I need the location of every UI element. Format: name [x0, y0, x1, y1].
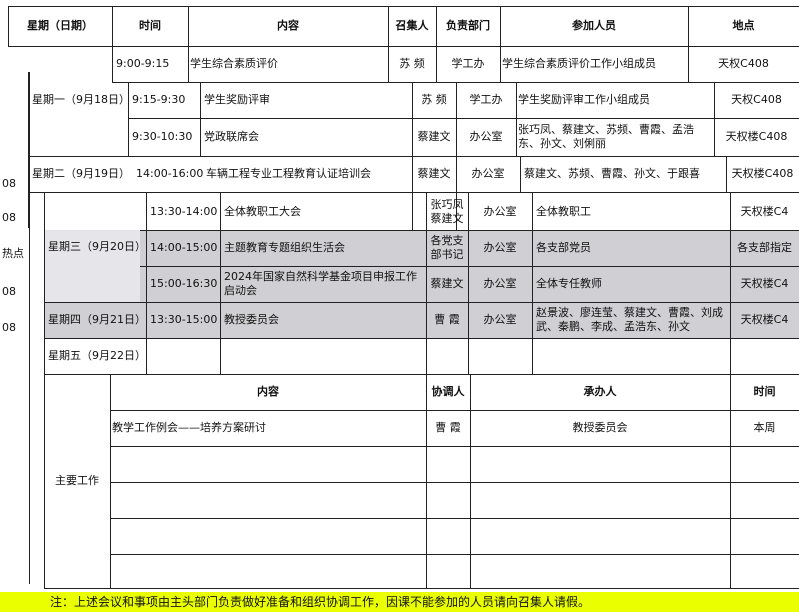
- row-time: 14:00-16:00: [136, 167, 204, 180]
- row-place: 天权楼C408: [725, 130, 788, 143]
- left-stub-value: 热点: [2, 247, 24, 260]
- row-dept: 办公室: [483, 241, 517, 254]
- row-convener: 苏 频: [399, 57, 425, 70]
- header-day: 星期（日期）: [27, 19, 93, 32]
- row-dept: 学工办: [451, 57, 485, 70]
- grid-line: [220, 192, 221, 374]
- left-stub-value: 08: [2, 177, 16, 190]
- work-item-content: 教学工作例会——培养方案研讨: [112, 421, 266, 434]
- grid-line: [110, 482, 799, 483]
- day-label-wed: 星期三（9月20日）: [48, 240, 146, 253]
- work-header-time: 时间: [753, 385, 776, 398]
- day-label-tue: 星期二（9月19日）: [32, 167, 130, 180]
- work-item-time: 本周: [753, 421, 776, 434]
- grid-line: [44, 588, 799, 589]
- work-label: 主要工作: [55, 474, 99, 487]
- row-dept: 办公室: [483, 277, 517, 290]
- row-time: 13:30-14:00: [150, 205, 218, 218]
- row-time: 15:00-16:30: [150, 277, 218, 290]
- grid-line: [532, 192, 533, 374]
- work-header-owner: 承办人: [583, 385, 617, 398]
- row-convener: 苏 频: [421, 93, 447, 106]
- row-place: 天权楼C408: [731, 167, 794, 180]
- row-place: 天权楼C4: [740, 205, 789, 218]
- header-dept: 负责部门: [446, 19, 490, 32]
- row-place: 天权楼C4: [740, 313, 789, 326]
- work-header-content: 内容: [257, 385, 279, 398]
- row-place: 各支部指定: [737, 241, 792, 254]
- row-participants: 学生综合素质评价工作小组成员: [502, 57, 656, 70]
- grid-line: [520, 156, 521, 192]
- grid-line: [128, 82, 129, 156]
- row-place: 天权C408: [718, 57, 769, 70]
- day-label-thu: 星期四（9月21日）: [48, 313, 146, 326]
- row-convener: 各党支部书记: [430, 234, 464, 261]
- row-convener: 曹 霞: [434, 313, 460, 326]
- grid-line: [110, 554, 799, 555]
- row-convener: 蔡建文: [417, 167, 451, 180]
- row-content: 学生奖励评审: [204, 93, 270, 106]
- row-time: 13:30-15:00: [150, 313, 218, 326]
- grid-line: [146, 192, 147, 374]
- work-item-coordinator: 曹 霞: [435, 421, 461, 434]
- row-convener: 蔡建文: [417, 130, 451, 143]
- row-time: 9:00-9:15: [116, 57, 170, 70]
- row-participants: 张巧凤、蔡建文、苏频、曹霞、孟浩东、孙文、刘俐丽: [518, 123, 694, 150]
- footer-note: 注：上述会议和事项由主头部门负责做好准备和组织协调工作，因课不能参加的人员请向召…: [50, 595, 591, 609]
- row-content: 主题教育专题组织生活会: [224, 241, 345, 254]
- row-content: 党政联席会: [204, 130, 259, 143]
- row-time: 9:15-9:30: [132, 93, 186, 106]
- left-stub-value: 08: [2, 211, 16, 224]
- header-place: 地点: [732, 19, 755, 32]
- row-convener: 蔡建文: [430, 277, 464, 290]
- row-place: 天权楼C4: [740, 277, 789, 290]
- day-label-mon: 星期一（9月18日）: [32, 93, 128, 106]
- row-dept: 办公室: [483, 205, 517, 218]
- row-place: 天权C408: [731, 93, 782, 106]
- row-convener: 张巧凤 蔡建文: [430, 198, 464, 225]
- header-convener: 召集人: [395, 19, 429, 32]
- row-time: 9:30-10:30: [132, 130, 193, 143]
- row-participants: 赵景波、廖连莹、蔡建文、曹霞、刘成武、秦鹏、李成、孟浩东、孙文: [536, 306, 723, 333]
- row-content: 2024年国家自然科学基金项目申报工作启动会: [224, 270, 417, 297]
- grid-line: [44, 338, 799, 339]
- left-stub-value: 08: [2, 285, 16, 298]
- row-dept: 办公室: [483, 313, 517, 326]
- work-header-coordinator: 协调人: [431, 385, 465, 398]
- row-time: 14:00-15:00: [150, 241, 218, 254]
- header-content: 内容: [277, 19, 299, 32]
- row-dept: 学工办: [469, 93, 503, 106]
- row-content: 教授委员会: [224, 313, 279, 326]
- header-time: 时间: [139, 19, 161, 32]
- work-item-owner: 教授委员会: [572, 421, 628, 434]
- day-label-fri: 星期五（9月22日）: [48, 349, 146, 362]
- grid-line: [28, 72, 29, 228]
- row-content: 学生综合素质评价: [190, 57, 278, 70]
- row-participants: 各支部党员: [536, 241, 591, 254]
- row-dept: 办公室: [469, 130, 503, 143]
- row-dept: 办公室: [471, 167, 505, 180]
- row-participants: 学生奖励评审工作小组成员: [518, 93, 650, 106]
- row-participants: 全体专任教师: [536, 277, 602, 290]
- grid-line: [110, 518, 799, 519]
- row-participants: 蔡建文、苏频、曹霞、孙文、于跟喜: [524, 167, 700, 180]
- left-stub-value: 08: [2, 321, 16, 334]
- header-participants: 参加人员: [572, 19, 616, 32]
- grid-line: [200, 82, 201, 156]
- grid-line: [110, 446, 799, 447]
- row-participants: 全体教职工: [536, 205, 591, 218]
- row-content: 全体教职工大会: [224, 205, 301, 218]
- row-content: 车辆工程专业工程教育认证培训会: [206, 167, 371, 180]
